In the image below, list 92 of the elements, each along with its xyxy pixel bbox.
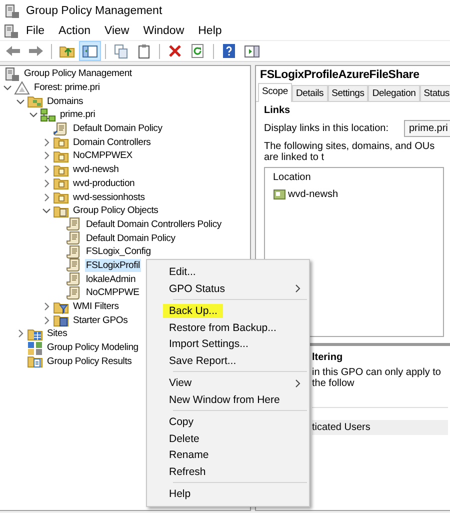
- chevron-down-icon[interactable]: [16, 96, 24, 106]
- menu-item[interactable]: Window: [136, 24, 192, 38]
- tree-item[interactable]: Group Policy Management: [23, 67, 133, 80]
- tree-item[interactable]: wvd-production: [72, 176, 136, 190]
- tree-item[interactable]: prime.pri: [59, 108, 96, 122]
- menu-item[interactable]: Back Up...: [163, 304, 224, 318]
- app-icon: [4, 3, 20, 19]
- menu-item[interactable]: File: [19, 24, 52, 38]
- chevron-right-icon[interactable]: [42, 178, 50, 188]
- tree-item[interactable]: Sites: [46, 327, 68, 340]
- menu-item[interactable]: Save Report...: [163, 354, 242, 368]
- chevron-down-icon[interactable]: [42, 206, 50, 216]
- back-arrow-icon: [5, 43, 21, 59]
- gpo-title: FSLogixProfileAzureFileShare: [259, 68, 420, 83]
- menu-item[interactable]: Action: [52, 24, 98, 38]
- help-icon: [221, 43, 237, 59]
- delete-icon: [167, 43, 183, 59]
- network-icon: [40, 106, 56, 123]
- triangle-icon: [14, 80, 30, 96]
- tree-item[interactable]: WMI Filters: [72, 300, 120, 314]
- description-text: in this GPO can only apply to the follow: [312, 367, 442, 389]
- tree-item[interactable]: Default Domain Policy: [72, 122, 164, 136]
- tree-item[interactable]: FSLogix_Config: [85, 245, 152, 258]
- refresh-icon: [190, 43, 206, 59]
- modeling-icon: [27, 340, 43, 356]
- chevron-right-icon[interactable]: [42, 151, 50, 160]
- tree-item[interactable]: Default Domain Controllers Policy: [85, 218, 222, 231]
- tab[interactable]: Settings: [328, 85, 368, 101]
- menu-item[interactable]: Rename: [163, 448, 215, 462]
- tree-item[interactable]: Starter GPOs: [72, 314, 129, 327]
- chevron-right-icon[interactable]: [42, 302, 50, 312]
- clipboard-icon: [136, 43, 152, 59]
- scroll-icon: [66, 271, 82, 288]
- location-dropdown[interactable]: prime.pri: [404, 120, 450, 137]
- scroll-icon: [66, 230, 82, 246]
- menu-item[interactable]: GPO Status: [163, 282, 232, 296]
- section-heading: Links: [264, 105, 292, 116]
- tree-item[interactable]: Group Policy Objects: [72, 204, 160, 218]
- tree-item[interactable]: wvd-newsh: [72, 163, 120, 176]
- menu-item[interactable]: New Window from Here: [163, 392, 286, 407]
- chevron-right-icon[interactable]: [42, 192, 50, 202]
- chevron-right-icon[interactable]: [42, 165, 50, 174]
- chevron-right-icon[interactable]: [42, 316, 50, 325]
- menu-item[interactable]: Copy: [163, 415, 200, 430]
- menu-item[interactable]: Refresh: [163, 464, 212, 479]
- tree-pane-icon: [82, 43, 98, 59]
- tree-item[interactable]: Domains: [46, 94, 84, 108]
- scroll-icon: [53, 120, 69, 137]
- tree-item[interactable]: NoCMPPWE: [85, 286, 140, 300]
- tab[interactable]: Scope: [258, 83, 292, 102]
- tab[interactable]: Status: [420, 85, 450, 101]
- menu-item[interactable]: Delete: [163, 432, 206, 446]
- scroll-icon: [66, 257, 82, 274]
- menu-item[interactable]: View: [98, 24, 136, 38]
- tree-item[interactable]: wvd-sessionhosts: [72, 190, 146, 204]
- menu-item[interactable]: Help: [163, 487, 197, 502]
- ou-link-icon: [273, 187, 286, 201]
- tab[interactable]: Details: [292, 85, 328, 101]
- forward-arrow-icon: [28, 43, 44, 59]
- list-row[interactable]: wvd-newsh: [288, 188, 338, 200]
- menu-item[interactable]: Import Settings...: [163, 337, 254, 352]
- tree-item[interactable]: lokaleAdmin: [85, 272, 137, 286]
- field-label: Display links in this location:: [264, 123, 388, 134]
- tree-item[interactable]: Group Policy Modeling: [46, 341, 140, 354]
- description-text: The following sites, domains, and OUs are linked to t: [264, 141, 436, 163]
- copy-icon: [113, 43, 129, 59]
- tree-item[interactable]: Forest: prime.pri: [33, 81, 101, 94]
- section-heading: ltering: [312, 352, 344, 363]
- menu-item[interactable]: View: [163, 376, 198, 390]
- list-row[interactable]: ticated Users: [312, 420, 448, 435]
- chevron-right-icon[interactable]: [16, 329, 24, 338]
- column-header[interactable]: Location: [273, 172, 435, 183]
- scroll-icon: [66, 284, 82, 301]
- scroll-icon: [66, 216, 82, 232]
- scroll-icon: [66, 244, 82, 260]
- menu-item[interactable]: Edit...: [163, 265, 202, 280]
- action-pane-icon: [244, 43, 260, 59]
- window-title: Group Policy Management: [26, 5, 162, 17]
- tab[interactable]: Delegation: [368, 85, 420, 101]
- chevron-right-icon[interactable]: [42, 138, 50, 147]
- menu-item[interactable]: Help: [191, 24, 229, 38]
- menu-item[interactable]: Restore from Backup...: [163, 320, 282, 335]
- tree-item[interactable]: NoCMPPWEX: [72, 149, 134, 162]
- show-tree-button[interactable]: [79, 41, 101, 61]
- chevron-down-icon[interactable]: [2, 83, 12, 92]
- tree-item[interactable]: Default Domain Policy: [85, 232, 176, 245]
- tree-item[interactable]: Domain Controllers: [72, 136, 152, 149]
- console-icon: [4, 66, 20, 82]
- tree-item[interactable]: Group Policy Results: [46, 354, 133, 368]
- console-menu-icon: [3, 23, 19, 39]
- chevron-down-icon[interactable]: [28, 110, 38, 120]
- tree-item[interactable]: FSLogixProfil: [85, 258, 141, 272]
